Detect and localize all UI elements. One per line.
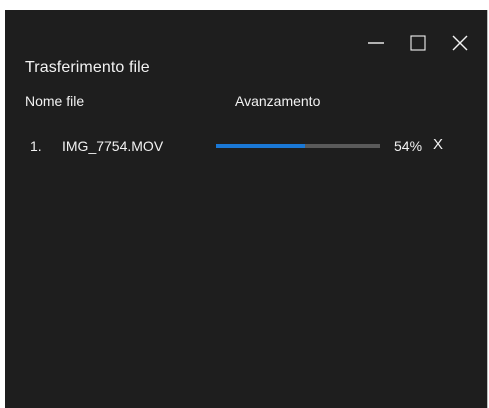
- row-index: 1.: [30, 138, 42, 154]
- progress-percent: 54%: [394, 138, 423, 154]
- row-file-name: IMG_7754.MOV: [62, 138, 164, 154]
- transfer-row: 1. IMG_7754.MOV 54% X: [5, 136, 487, 158]
- column-header-progress: Avanzamento: [235, 93, 321, 109]
- progress-bar-fill: [216, 144, 305, 148]
- minimize-button[interactable]: [363, 32, 389, 54]
- progress-bar: [216, 144, 380, 148]
- close-icon: [452, 35, 468, 51]
- window-controls: [347, 32, 473, 54]
- column-header-file-name: Nome file: [25, 93, 85, 109]
- cancel-transfer-button[interactable]: X: [433, 136, 443, 153]
- minimize-icon: [368, 42, 384, 44]
- file-transfer-window: Trasferimento file Nome file Avanzamento…: [5, 10, 488, 408]
- maximize-icon: [410, 35, 426, 51]
- window-title: Trasferimento file: [25, 59, 150, 76]
- close-button[interactable]: [447, 32, 473, 54]
- maximize-button[interactable]: [405, 32, 431, 54]
